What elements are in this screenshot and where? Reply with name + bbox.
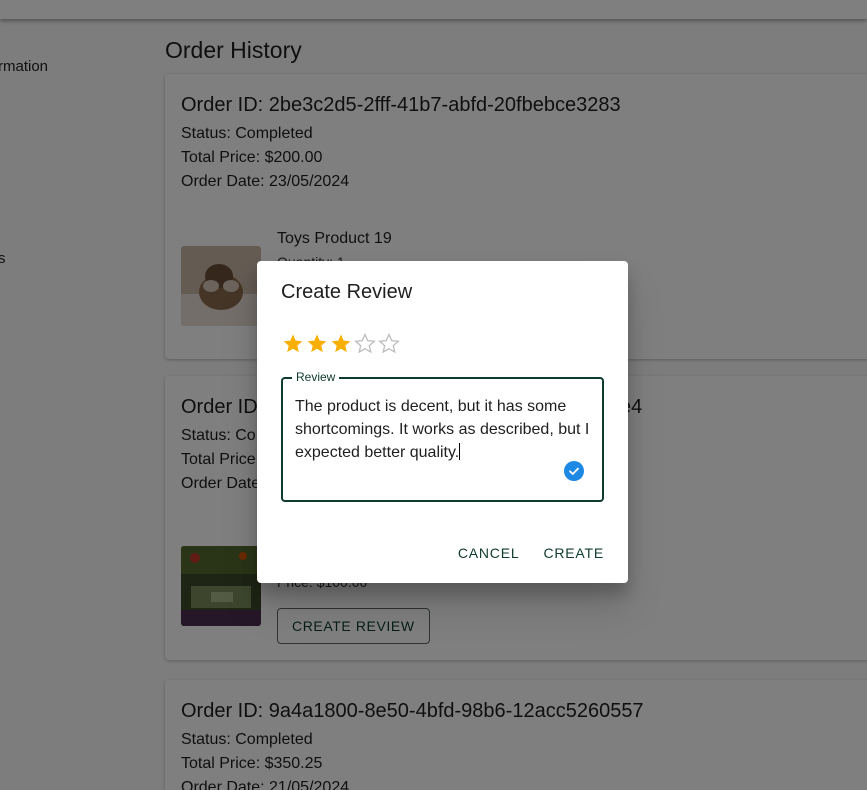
text-caret [459,443,461,460]
dialog-actions: CANCEL CREATE [450,539,612,567]
dialog-title: Create Review [281,281,413,303]
review-text: The product is decent, but it has some s… [295,398,590,461]
star-filled-icon[interactable] [281,332,305,356]
create-review-dialog: Create Review Review The product is dece… [257,261,628,583]
star-filled-icon[interactable] [329,332,353,356]
review-field-label: Review [292,370,340,384]
star-rating[interactable] [281,332,401,356]
star-empty-icon[interactable] [377,332,401,356]
star-filled-icon[interactable] [305,332,329,356]
review-field[interactable]: Review The product is decent, but it has… [281,370,604,502]
star-empty-icon[interactable] [353,332,377,356]
cancel-button[interactable]: CANCEL [450,539,528,567]
check-circle-icon [564,461,584,481]
create-button[interactable]: CREATE [535,539,612,567]
review-input[interactable]: The product is decent, but it has some s… [295,395,595,464]
